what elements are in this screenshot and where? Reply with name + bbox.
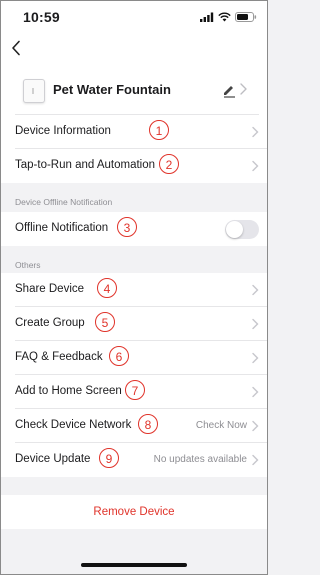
device-name: Pet Water Fountain	[53, 82, 171, 97]
section-header-others: Others	[15, 260, 41, 270]
faq-feedback-row[interactable]: FAQ & Feedback 6	[1, 341, 267, 375]
annotation-number: 1	[149, 120, 169, 140]
device-update-row[interactable]: Device Update 9 No updates available	[1, 443, 267, 477]
row-label: Create Group	[15, 317, 85, 329]
status-icons	[200, 12, 257, 22]
remove-device-label: Remove Device	[93, 506, 175, 518]
edit-name-icon[interactable]	[221, 79, 249, 99]
annotation-number: 7	[125, 380, 145, 400]
wifi-icon	[218, 12, 231, 22]
row-value: No updates available	[153, 454, 247, 465]
row-label: Check Device Network	[15, 419, 132, 431]
row-label: Add to Home Screen	[15, 385, 122, 397]
annotation-number: 4	[97, 278, 117, 298]
status-bar: 10:59	[1, 1, 267, 31]
row-label: FAQ & Feedback	[15, 351, 103, 363]
chevron-right-icon	[252, 386, 259, 398]
row-label: Share Device	[15, 283, 85, 295]
chevron-right-icon	[252, 454, 259, 466]
tap-to-run-row[interactable]: Tap-to-Run and Automation 2	[1, 149, 267, 183]
create-group-row[interactable]: Create Group 5	[1, 307, 267, 341]
annotation-number: 8	[138, 414, 158, 434]
add-to-home-screen-row[interactable]: Add to Home Screen 7	[1, 375, 267, 409]
annotation-number: 9	[99, 448, 119, 468]
signal-icon	[200, 12, 214, 22]
offline-notification-toggle[interactable]	[225, 220, 259, 239]
section-header-offline: Device Offline Notification	[15, 197, 113, 207]
device-information-row[interactable]: Device Information 1	[1, 115, 267, 149]
row-value: Check Now	[195, 420, 247, 431]
row-label: Device Information	[15, 125, 111, 137]
annotation-number: 2	[159, 154, 179, 174]
chevron-right-icon	[252, 160, 259, 172]
row-label: Offline Notification	[15, 222, 109, 234]
check-device-network-row[interactable]: Check Device Network 8 Check Now	[1, 409, 267, 443]
row-label: Device Update	[15, 453, 91, 465]
home-indicator	[81, 563, 187, 567]
offline-notification-row: Offline Notification 3	[1, 212, 267, 246]
device-thumbnail	[23, 79, 45, 103]
remove-device-button[interactable]: Remove Device	[1, 495, 267, 529]
back-chevron-icon[interactable]	[11, 40, 21, 56]
chevron-right-icon	[252, 284, 259, 296]
chevron-right-icon	[252, 318, 259, 330]
chevron-right-icon	[252, 126, 259, 138]
chevron-right-icon	[252, 352, 259, 364]
row-label: Tap-to-Run and Automation	[15, 159, 156, 171]
annotation-number: 5	[95, 312, 115, 332]
annotation-number: 3	[117, 217, 137, 237]
nav-bar	[1, 31, 267, 65]
status-time: 10:59	[23, 9, 60, 25]
chevron-right-icon	[252, 420, 259, 432]
annotation-number: 6	[109, 346, 129, 366]
battery-icon	[235, 12, 257, 22]
share-device-row[interactable]: Share Device 4	[1, 273, 267, 307]
device-header: Pet Water Fountain	[1, 65, 267, 115]
